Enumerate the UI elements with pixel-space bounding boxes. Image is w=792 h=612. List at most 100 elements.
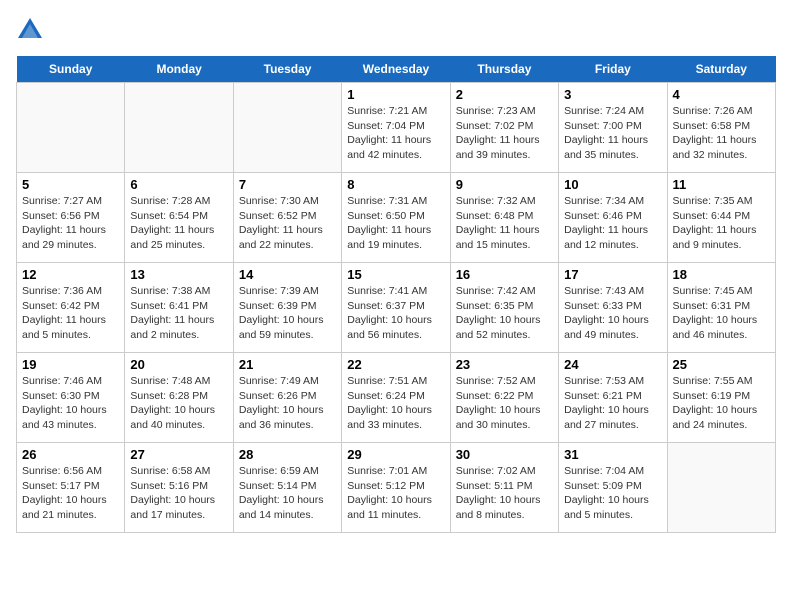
day-number: 25 <box>673 357 770 372</box>
day-info: Sunrise: 7:36 AMSunset: 6:42 PMDaylight:… <box>22 284 119 343</box>
day-number: 10 <box>564 177 661 192</box>
day-number: 11 <box>673 177 770 192</box>
calendar-cell: 15 Sunrise: 7:41 AMSunset: 6:37 PMDayligh… <box>342 263 450 353</box>
day-number: 24 <box>564 357 661 372</box>
calendar-cell: 30 Sunrise: 7:02 AMSunset: 5:11 PMDayligh… <box>450 443 558 533</box>
calendar-cell: 14 Sunrise: 7:39 AMSunset: 6:39 PMDayligh… <box>233 263 341 353</box>
day-number: 8 <box>347 177 444 192</box>
day-number: 31 <box>564 447 661 462</box>
day-info: Sunrise: 7:02 AMSunset: 5:11 PMDaylight:… <box>456 464 553 523</box>
day-info: Sunrise: 7:26 AMSunset: 6:58 PMDaylight:… <box>673 104 770 163</box>
day-info: Sunrise: 7:48 AMSunset: 6:28 PMDaylight:… <box>130 374 227 433</box>
calendar-cell <box>667 443 775 533</box>
day-number: 13 <box>130 267 227 282</box>
calendar-cell: 7 Sunrise: 7:30 AMSunset: 6:52 PMDaylight… <box>233 173 341 263</box>
calendar-cell: 8 Sunrise: 7:31 AMSunset: 6:50 PMDaylight… <box>342 173 450 263</box>
day-info: Sunrise: 7:45 AMSunset: 6:31 PMDaylight:… <box>673 284 770 343</box>
day-number: 17 <box>564 267 661 282</box>
calendar-cell: 25 Sunrise: 7:55 AMSunset: 6:19 PMDayligh… <box>667 353 775 443</box>
day-info: Sunrise: 7:51 AMSunset: 6:24 PMDaylight:… <box>347 374 444 433</box>
calendar-cell: 13 Sunrise: 7:38 AMSunset: 6:41 PMDayligh… <box>125 263 233 353</box>
calendar-cell: 27 Sunrise: 6:58 AMSunset: 5:16 PMDayligh… <box>125 443 233 533</box>
day-info: Sunrise: 7:24 AMSunset: 7:00 PMDaylight:… <box>564 104 661 163</box>
day-number: 23 <box>456 357 553 372</box>
calendar-table: SundayMondayTuesdayWednesdayThursdayFrid… <box>16 56 776 533</box>
calendar-cell: 3 Sunrise: 7:24 AMSunset: 7:00 PMDaylight… <box>559 83 667 173</box>
calendar-cell: 1 Sunrise: 7:21 AMSunset: 7:04 PMDaylight… <box>342 83 450 173</box>
day-info: Sunrise: 6:58 AMSunset: 5:16 PMDaylight:… <box>130 464 227 523</box>
day-header-tuesday: Tuesday <box>233 56 341 83</box>
calendar-cell: 6 Sunrise: 7:28 AMSunset: 6:54 PMDaylight… <box>125 173 233 263</box>
day-header-friday: Friday <box>559 56 667 83</box>
calendar-cell: 21 Sunrise: 7:49 AMSunset: 6:26 PMDayligh… <box>233 353 341 443</box>
day-number: 22 <box>347 357 444 372</box>
calendar-cell: 28 Sunrise: 6:59 AMSunset: 5:14 PMDayligh… <box>233 443 341 533</box>
calendar-cell: 5 Sunrise: 7:27 AMSunset: 6:56 PMDaylight… <box>17 173 125 263</box>
day-info: Sunrise: 7:52 AMSunset: 6:22 PMDaylight:… <box>456 374 553 433</box>
calendar-cell: 18 Sunrise: 7:45 AMSunset: 6:31 PMDayligh… <box>667 263 775 353</box>
week-row-4: 19Sunrise: 7:46 AMSunset: 6:30 PMDayligh… <box>17 353 776 443</box>
calendar-cell: 16 Sunrise: 7:42 AMSunset: 6:35 PMDayligh… <box>450 263 558 353</box>
day-info: Sunrise: 7:28 AMSunset: 6:54 PMDaylight:… <box>130 194 227 253</box>
calendar-cell: 10 Sunrise: 7:34 AMSunset: 6:46 PMDayligh… <box>559 173 667 263</box>
day-info: Sunrise: 7:42 AMSunset: 6:35 PMDaylight:… <box>456 284 553 343</box>
week-row-2: 5 Sunrise: 7:27 AMSunset: 6:56 PMDaylight… <box>17 173 776 263</box>
day-info: Sunrise: 7:34 AMSunset: 6:46 PMDaylight:… <box>564 194 661 253</box>
day-info: Sunrise: 7:04 AMSunset: 5:09 PMDaylight:… <box>564 464 661 523</box>
day-info: Sunrise: 7:53 AMSunset: 6:21 PMDaylight:… <box>564 374 661 433</box>
day-info: Sunrise: 7:49 AMSunset: 6:26 PMDaylight:… <box>239 374 336 433</box>
day-info: Sunrise: 7:27 AMSunset: 6:56 PMDaylight:… <box>22 194 119 253</box>
day-info: Sunrise: 7:32 AMSunset: 6:48 PMDaylight:… <box>456 194 553 253</box>
calendar-cell: 9 Sunrise: 7:32 AMSunset: 6:48 PMDaylight… <box>450 173 558 263</box>
calendar-cell: 23 Sunrise: 7:52 AMSunset: 6:22 PMDayligh… <box>450 353 558 443</box>
day-number: 28 <box>239 447 336 462</box>
day-number: 1 <box>347 87 444 102</box>
day-info: Sunrise: 7:21 AMSunset: 7:04 PMDaylight:… <box>347 104 444 163</box>
day-info: Sunrise: 7:31 AMSunset: 6:50 PMDaylight:… <box>347 194 444 253</box>
page-header <box>16 16 776 44</box>
calendar-cell: 26 Sunrise: 6:56 AMSunset: 5:17 PMDayligh… <box>17 443 125 533</box>
day-number: 15 <box>347 267 444 282</box>
day-info: Sunrise: 7:43 AMSunset: 6:33 PMDaylight:… <box>564 284 661 343</box>
calendar-cell: 19Sunrise: 7:46 AMSunset: 6:30 PMDayligh… <box>17 353 125 443</box>
day-number: 6 <box>130 177 227 192</box>
calendar-cell: 20 Sunrise: 7:48 AMSunset: 6:28 PMDayligh… <box>125 353 233 443</box>
day-info: Sunrise: 6:59 AMSunset: 5:14 PMDaylight:… <box>239 464 336 523</box>
header-row: SundayMondayTuesdayWednesdayThursdayFrid… <box>17 56 776 83</box>
day-number: 4 <box>673 87 770 102</box>
day-number: 20 <box>130 357 227 372</box>
day-number: 5 <box>22 177 119 192</box>
day-info: Sunrise: 7:23 AMSunset: 7:02 PMDaylight:… <box>456 104 553 163</box>
day-number: 27 <box>130 447 227 462</box>
calendar-cell: 22 Sunrise: 7:51 AMSunset: 6:24 PMDayligh… <box>342 353 450 443</box>
day-info: Sunrise: 7:55 AMSunset: 6:19 PMDaylight:… <box>673 374 770 433</box>
week-row-5: 26 Sunrise: 6:56 AMSunset: 5:17 PMDayligh… <box>17 443 776 533</box>
day-number: 16 <box>456 267 553 282</box>
day-header-monday: Monday <box>125 56 233 83</box>
calendar-cell: 11Sunrise: 7:35 AMSunset: 6:44 PMDayligh… <box>667 173 775 263</box>
calendar-cell <box>233 83 341 173</box>
day-info: Sunrise: 6:56 AMSunset: 5:17 PMDaylight:… <box>22 464 119 523</box>
logo <box>16 16 48 44</box>
day-info: Sunrise: 7:39 AMSunset: 6:39 PMDaylight:… <box>239 284 336 343</box>
day-number: 26 <box>22 447 119 462</box>
calendar-cell <box>17 83 125 173</box>
week-row-3: 12Sunrise: 7:36 AMSunset: 6:42 PMDayligh… <box>17 263 776 353</box>
day-number: 21 <box>239 357 336 372</box>
day-info: Sunrise: 7:41 AMSunset: 6:37 PMDaylight:… <box>347 284 444 343</box>
day-info: Sunrise: 7:30 AMSunset: 6:52 PMDaylight:… <box>239 194 336 253</box>
calendar-cell: 17 Sunrise: 7:43 AMSunset: 6:33 PMDayligh… <box>559 263 667 353</box>
day-number: 7 <box>239 177 336 192</box>
calendar-cell <box>125 83 233 173</box>
day-number: 3 <box>564 87 661 102</box>
calendar-cell: 24 Sunrise: 7:53 AMSunset: 6:21 PMDayligh… <box>559 353 667 443</box>
calendar-cell: 31 Sunrise: 7:04 AMSunset: 5:09 PMDayligh… <box>559 443 667 533</box>
day-header-saturday: Saturday <box>667 56 775 83</box>
day-info: Sunrise: 7:38 AMSunset: 6:41 PMDaylight:… <box>130 284 227 343</box>
day-number: 29 <box>347 447 444 462</box>
day-number: 18 <box>673 267 770 282</box>
day-number: 14 <box>239 267 336 282</box>
calendar-cell: 12Sunrise: 7:36 AMSunset: 6:42 PMDayligh… <box>17 263 125 353</box>
day-number: 30 <box>456 447 553 462</box>
day-number: 9 <box>456 177 553 192</box>
